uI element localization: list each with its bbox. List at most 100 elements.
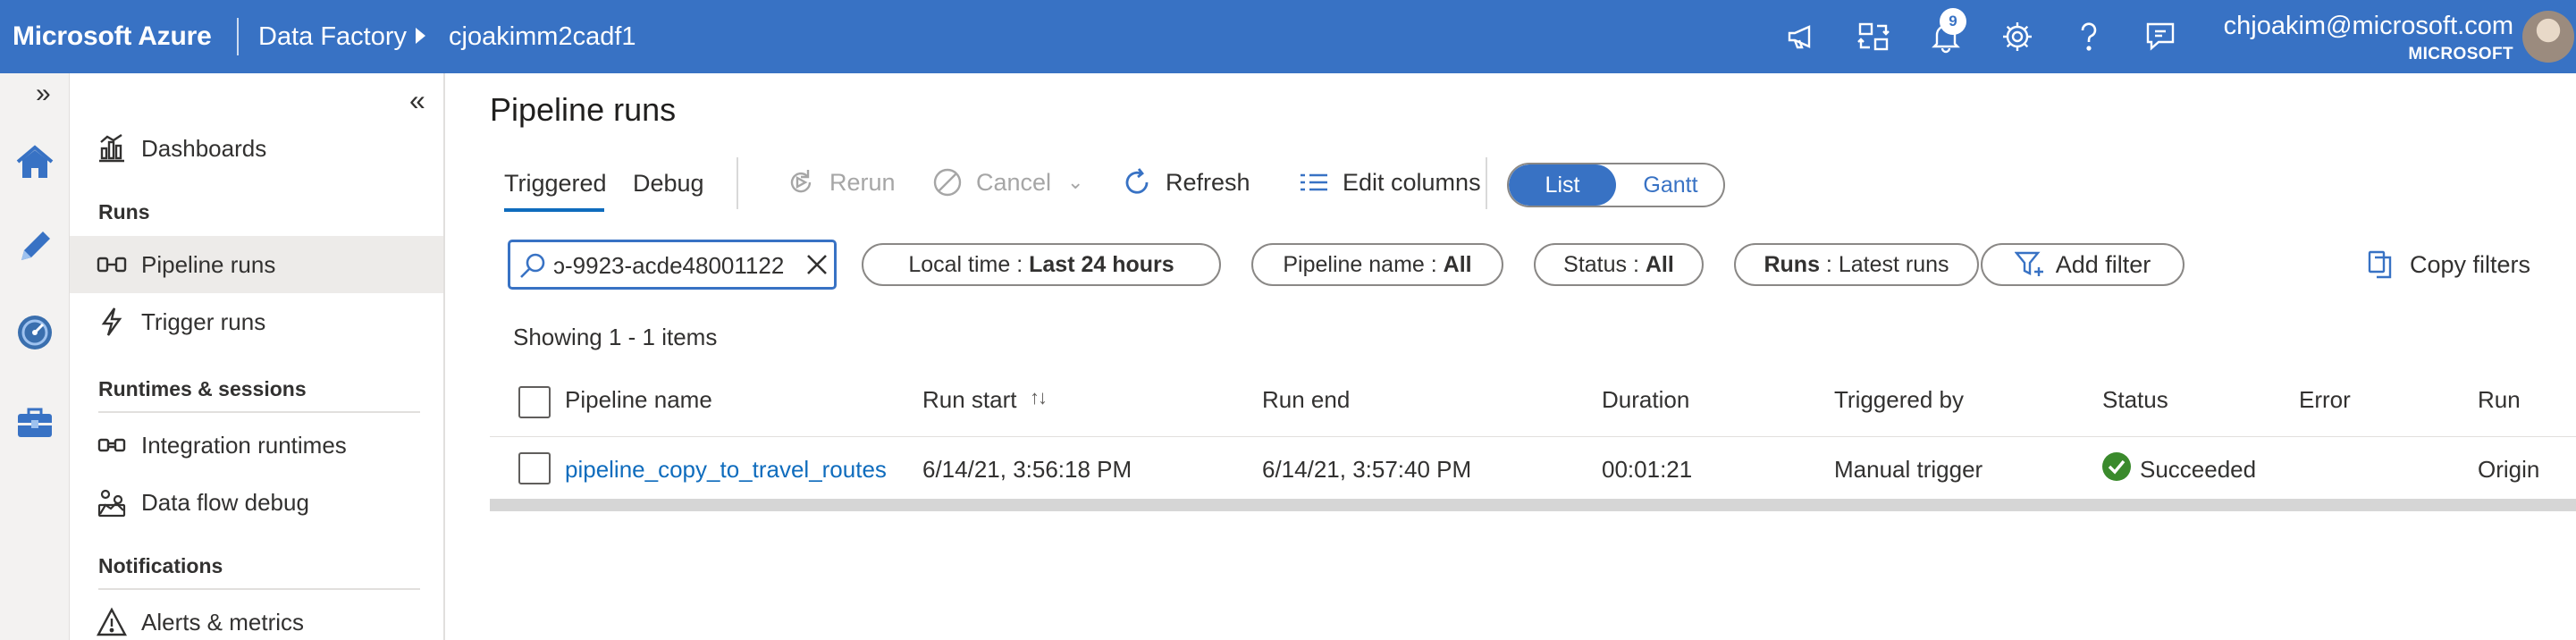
- row-checkbox[interactable]: [518, 452, 551, 484]
- column-header-triggered-by[interactable]: Triggered by: [1834, 386, 1964, 414]
- nav-item-integration-runtimes[interactable]: Integration runtimes: [70, 417, 443, 474]
- column-header-pipeline-name[interactable]: Pipeline name: [565, 386, 712, 414]
- nav-item-label: Alerts & metrics: [141, 608, 305, 636]
- filter-value: All: [1645, 252, 1674, 277]
- filter-local-time[interactable]: Local time : Last 24 hours: [862, 243, 1221, 286]
- search-icon: [520, 253, 545, 278]
- filter-label: Status :: [1563, 252, 1646, 277]
- view-toggle: List Gantt: [1507, 163, 1725, 207]
- announcement-icon[interactable]: [1784, 19, 1820, 55]
- nav-divider: [98, 411, 420, 413]
- triggered-by-cell: Manual trigger: [1834, 456, 1983, 483]
- breadcrumb-factory-name[interactable]: cjoakimm2cadf1: [449, 0, 636, 73]
- notification-count-badge: 9: [1940, 8, 1966, 35]
- author-pencil-icon[interactable]: [0, 215, 70, 279]
- nav-divider: [98, 588, 420, 590]
- filter-runs[interactable]: Runs : Latest runs: [1734, 243, 1979, 286]
- filter-add-icon: [2014, 251, 2043, 276]
- user-organization: MICROSOFT: [2408, 45, 2513, 63]
- brand-divider: [237, 18, 239, 55]
- filter-status[interactable]: Status : All: [1534, 243, 1704, 286]
- status-cell: Succeeded: [2140, 456, 2257, 483]
- refresh-icon: [1125, 168, 1149, 194]
- expand-rail-icon[interactable]: »: [36, 79, 51, 109]
- warning-triangle-icon: [97, 607, 127, 637]
- gantt-view-button[interactable]: Gantt: [1618, 164, 1723, 206]
- filter-label: Runs: [1764, 252, 1820, 277]
- run-start-cell: 6/14/21, 3:56:18 PM: [922, 456, 1132, 483]
- dashboard-chart-icon: [97, 133, 127, 164]
- nav-item-dashboards[interactable]: Dashboards: [70, 120, 443, 177]
- copy-filters-button[interactable]: Copy filters: [2367, 245, 2530, 284]
- horizontal-scrollbar[interactable]: [490, 499, 2576, 511]
- rerun-label: Rerun: [829, 168, 896, 196]
- cancel-button[interactable]: Cancel ⌄: [931, 163, 1083, 202]
- duration-cell: 00:01:21: [1602, 456, 1693, 483]
- nav-section-runs: Runs: [98, 200, 150, 223]
- column-header-error[interactable]: Error: [2299, 386, 2351, 414]
- feedback-icon[interactable]: [2142, 19, 2178, 55]
- nav-item-label: Pipeline runs: [141, 250, 276, 278]
- nav-section-runtimes: Runtimes & sessions: [98, 377, 307, 400]
- breadcrumb-data-factory[interactable]: Data Factory: [258, 0, 407, 73]
- filter-value: Last 24 hours: [1029, 252, 1174, 277]
- avatar[interactable]: [2522, 11, 2574, 63]
- column-header-duration[interactable]: Duration: [1602, 386, 1689, 414]
- user-email[interactable]: chjoakim@microsoft.com: [2224, 12, 2513, 41]
- refresh-button[interactable]: Refresh: [1121, 163, 1250, 202]
- edit-columns-label: Edit columns: [1343, 168, 1481, 196]
- top-bar: Microsoft Azure Data Factory cjoakimm2ca…: [0, 0, 2576, 73]
- close-icon[interactable]: [802, 249, 832, 280]
- add-filter-button[interactable]: Add filter: [1981, 243, 2185, 286]
- filter-pipeline-name[interactable]: Pipeline name : All: [1251, 243, 1503, 286]
- home-icon[interactable]: [0, 131, 70, 195]
- column-header-run-start[interactable]: Run start: [922, 386, 1017, 414]
- pipeline-icon: [97, 249, 127, 280]
- select-all-checkbox[interactable]: [518, 386, 551, 418]
- lightning-icon: [97, 307, 127, 337]
- collapse-nav-icon[interactable]: «: [409, 84, 425, 117]
- add-filter-label: Add filter: [2055, 250, 2151, 278]
- nav-item-label: Trigger runs: [141, 307, 266, 335]
- nav-item-data-flow-debug[interactable]: Data flow debug: [70, 474, 443, 531]
- page-title: Pipeline runs: [490, 91, 677, 128]
- cancel-label: Cancel: [976, 168, 1052, 196]
- nav-pane: « Dashboards Runs Pipeline runs Trigger …: [70, 73, 445, 640]
- edit-columns-button[interactable]: Edit columns: [1298, 163, 1481, 202]
- nav-item-label: Integration runtimes: [141, 431, 347, 459]
- copy-filters-label: Copy filters: [2410, 250, 2531, 278]
- refresh-label: Refresh: [1166, 168, 1250, 196]
- brand-title[interactable]: Microsoft Azure: [13, 0, 212, 73]
- run-search-box: [508, 240, 837, 290]
- filter-value: All: [1443, 252, 1472, 277]
- help-icon[interactable]: [2071, 19, 2107, 55]
- filter-label: Local time :: [908, 252, 1030, 277]
- column-header-status[interactable]: Status: [2102, 386, 2168, 414]
- nav-section-notifications: Notifications: [98, 554, 223, 577]
- column-header-run-end[interactable]: Run end: [1262, 386, 1350, 414]
- column-header-run[interactable]: Run: [2478, 386, 2521, 414]
- monitor-icon[interactable]: [0, 300, 70, 365]
- sort-icon[interactable]: ↑↓: [1030, 386, 1048, 409]
- tab-triggered[interactable]: Triggered: [504, 170, 607, 198]
- toolbar-divider: [737, 157, 738, 209]
- pipeline-name-link[interactable]: pipeline_copy_to_travel_routes: [565, 456, 887, 484]
- main-content: Pipeline runs Triggered Debug Rerun Canc…: [447, 73, 2576, 640]
- nav-item-alerts-metrics[interactable]: Alerts & metrics: [70, 594, 443, 640]
- nav-item-pipeline-runs[interactable]: Pipeline runs: [70, 236, 443, 293]
- tab-debug[interactable]: Debug: [633, 170, 704, 198]
- chevron-down-icon[interactable]: ⌄: [1067, 171, 1083, 194]
- breadcrumb-chevron-icon: [416, 28, 425, 44]
- run-cell: Origin: [2478, 456, 2540, 483]
- cancel-icon: [933, 168, 962, 197]
- rerun-button[interactable]: Rerun: [785, 163, 896, 202]
- nav-item-label: Data flow debug: [141, 488, 309, 516]
- toolbar-divider: [1486, 157, 1487, 209]
- active-tab-indicator: [504, 208, 604, 212]
- gear-icon[interactable]: [1999, 19, 2035, 55]
- list-view-button[interactable]: List: [1509, 164, 1616, 206]
- search-input[interactable]: [553, 248, 795, 283]
- switch-directory-icon[interactable]: [1856, 19, 1891, 55]
- nav-item-trigger-runs[interactable]: Trigger runs: [70, 293, 443, 350]
- manage-toolbox-icon[interactable]: [0, 390, 70, 454]
